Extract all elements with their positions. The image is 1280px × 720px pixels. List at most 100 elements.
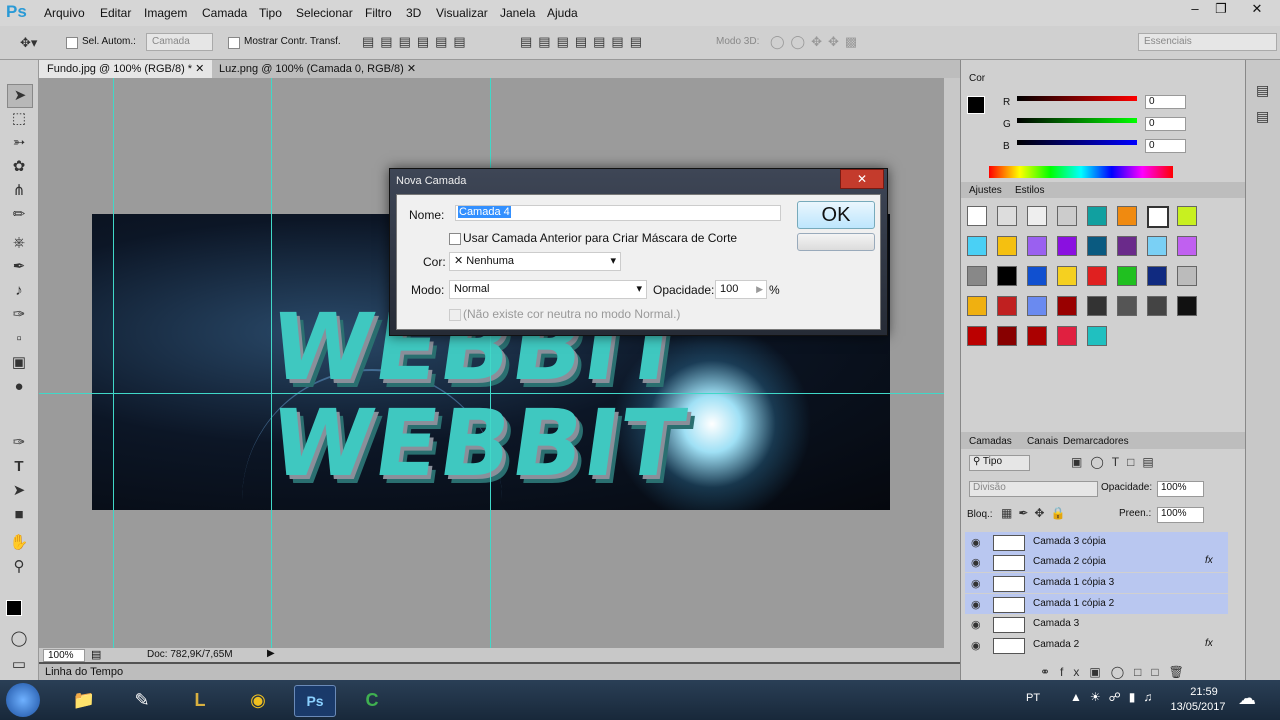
vertical-scrollbar[interactable] <box>944 78 960 648</box>
menu-3d[interactable]: 3D <box>406 6 421 20</box>
status-icon[interactable]: ▤ <box>91 648 101 661</box>
restore-icon[interactable]: ❐ <box>1204 0 1238 20</box>
eye-icon[interactable]: ◉ <box>971 556 981 569</box>
timeline-tab[interactable]: Linha do Tempo <box>45 666 123 678</box>
style-swatch[interactable] <box>1057 206 1077 226</box>
crop-tool-icon[interactable]: ⋔ <box>7 180 31 202</box>
fill-field[interactable]: 100% <box>1157 507 1204 523</box>
tab-demarcadores[interactable]: Demarcadores <box>1063 436 1129 447</box>
zoom-field[interactable]: 100% <box>43 649 85 662</box>
style-swatch[interactable] <box>1087 206 1107 226</box>
eye-icon[interactable]: ◉ <box>971 639 981 652</box>
cancel-button[interactable] <box>797 233 875 251</box>
style-swatch[interactable] <box>967 236 987 256</box>
menu-editar[interactable]: Editar <box>100 6 131 20</box>
color-panel-title[interactable]: Cor <box>969 73 985 84</box>
dialog-close-icon[interactable]: ✕ <box>840 169 884 189</box>
layer-row[interactable]: ◉ Camada 1 cópia 3 <box>965 573 1228 593</box>
language-indicator[interactable]: PT <box>1026 692 1040 704</box>
pen-tool-icon[interactable]: ✑ <box>7 432 31 454</box>
style-swatch[interactable] <box>1147 236 1167 256</box>
blend-mode-dropdown[interactable]: Divisão <box>969 481 1098 497</box>
r-slider[interactable] <box>1017 96 1137 101</box>
explorer-icon[interactable]: 📁 <box>64 685 104 715</box>
style-swatch[interactable] <box>997 266 1017 286</box>
lasso-tool-icon[interactable]: ➳ <box>7 132 31 154</box>
tab-luz[interactable]: Luz.png @ 100% (Camada 0, RGB/8) ✕ <box>211 60 424 78</box>
color-fg-swatch[interactable] <box>967 96 985 114</box>
eye-icon[interactable]: ◉ <box>971 536 981 549</box>
style-swatch[interactable] <box>967 296 987 316</box>
layer-footer-icons[interactable]: ⚭fx▣◯□□🗑 <box>1040 665 1194 679</box>
mode-dropdown[interactable]: Normal ▾ <box>449 280 647 299</box>
style-swatch[interactable] <box>1087 266 1107 286</box>
opacity-input[interactable]: 100 ▶ <box>715 280 767 299</box>
clip-mask-checkbox[interactable] <box>449 233 461 245</box>
layer-row[interactable]: ◉ Camada 1 cópia 2 <box>965 594 1228 614</box>
layer-row[interactable]: ◉ Camada 2 cópia fx <box>965 552 1228 572</box>
hand-tool-icon[interactable]: ✋ <box>7 532 31 554</box>
tray-icons[interactable]: ▲☀☍▮♫ <box>1070 690 1160 704</box>
style-swatch[interactable] <box>1147 266 1167 286</box>
style-swatch[interactable] <box>997 326 1017 346</box>
screen-mode-icon[interactable]: ▭ <box>7 654 31 676</box>
auto-select-checkbox[interactable] <box>66 37 78 49</box>
workspace-dropdown[interactable]: Essenciais <box>1138 33 1277 51</box>
style-swatch[interactable] <box>1117 266 1137 286</box>
style-swatch[interactable] <box>1027 206 1047 226</box>
fx-icon[interactable]: fx <box>1205 555 1213 566</box>
eyedropper-tool-icon[interactable]: ✏ <box>7 204 31 226</box>
auto-select-dropdown[interactable]: Camada <box>146 33 213 51</box>
lock-icons[interactable]: ▦✒✥🔒 <box>1001 506 1071 520</box>
align-icons[interactable]: ▤▤▤▤▤▤ <box>362 34 472 50</box>
eye-icon[interactable]: ◉ <box>971 598 981 611</box>
league-icon[interactable]: L <box>180 685 220 715</box>
menu-tipo[interactable]: Tipo <box>259 6 282 20</box>
style-swatch[interactable] <box>1177 236 1197 256</box>
guide-vertical[interactable] <box>113 78 114 648</box>
tab-ajustes[interactable]: Ajustes <box>969 185 1002 196</box>
close-window-icon[interactable]: ✕ <box>1240 0 1274 20</box>
healing-tool-icon[interactable]: ⎈ <box>7 232 31 254</box>
menu-visualizar[interactable]: Visualizar <box>436 6 488 20</box>
guide-vertical[interactable] <box>271 78 272 648</box>
style-swatch[interactable] <box>967 266 987 286</box>
eraser-tool-icon[interactable]: ▫ <box>7 328 31 350</box>
b-slider[interactable] <box>1017 140 1137 145</box>
foreground-color[interactable] <box>6 600 22 616</box>
move-tool-icon[interactable]: ✥▾ <box>20 35 37 51</box>
shape-tool-icon[interactable]: ■ <box>7 504 31 526</box>
style-swatch[interactable] <box>1027 326 1047 346</box>
menu-camada[interactable]: Camada <box>202 6 247 20</box>
style-swatch[interactable] <box>997 236 1017 256</box>
r-field[interactable]: 0 <box>1145 95 1186 109</box>
style-swatch[interactable] <box>1147 296 1167 316</box>
style-swatch[interactable] <box>997 206 1017 226</box>
style-swatch[interactable] <box>1027 236 1047 256</box>
clock-time[interactable]: 21:59 <box>1182 686 1226 698</box>
brush-tool-icon[interactable]: ✒ <box>7 256 31 278</box>
zoom-tool-icon[interactable]: ⚲ <box>7 556 31 578</box>
dodge-tool-icon[interactable]: ● <box>7 376 31 398</box>
menu-imagem[interactable]: Imagem <box>144 6 187 20</box>
tab-estilos[interactable]: Estilos <box>1015 185 1044 196</box>
dock-icon[interactable]: ▤ <box>1256 82 1269 99</box>
menu-arquivo[interactable]: Arquivo <box>44 6 85 20</box>
style-swatch[interactable] <box>1057 296 1077 316</box>
history-brush-icon[interactable]: ✑ <box>7 304 31 326</box>
show-transform-checkbox[interactable] <box>228 37 240 49</box>
layer-filter-icons[interactable]: ▣◯T□▤ <box>1071 455 1162 469</box>
style-swatch[interactable] <box>1027 296 1047 316</box>
fx-icon[interactable]: fx <box>1205 638 1213 649</box>
style-swatch[interactable] <box>1147 206 1169 228</box>
tab-fundo[interactable]: Fundo.jpg @ 100% (RGB/8) * ✕ <box>39 60 213 78</box>
arrow-right-icon[interactable]: ▶ <box>756 281 763 298</box>
path-select-icon[interactable]: ➤ <box>7 480 31 502</box>
tab-camadas[interactable]: Camadas <box>969 436 1012 447</box>
eye-icon[interactable]: ◉ <box>971 618 981 631</box>
menu-ajuda[interactable]: Ajuda <box>547 6 578 20</box>
style-swatch[interactable] <box>1057 236 1077 256</box>
style-swatch[interactable] <box>1087 236 1107 256</box>
quick-select-tool-icon[interactable]: ✿ <box>7 156 31 178</box>
neutral-fill-checkbox[interactable] <box>449 309 461 321</box>
